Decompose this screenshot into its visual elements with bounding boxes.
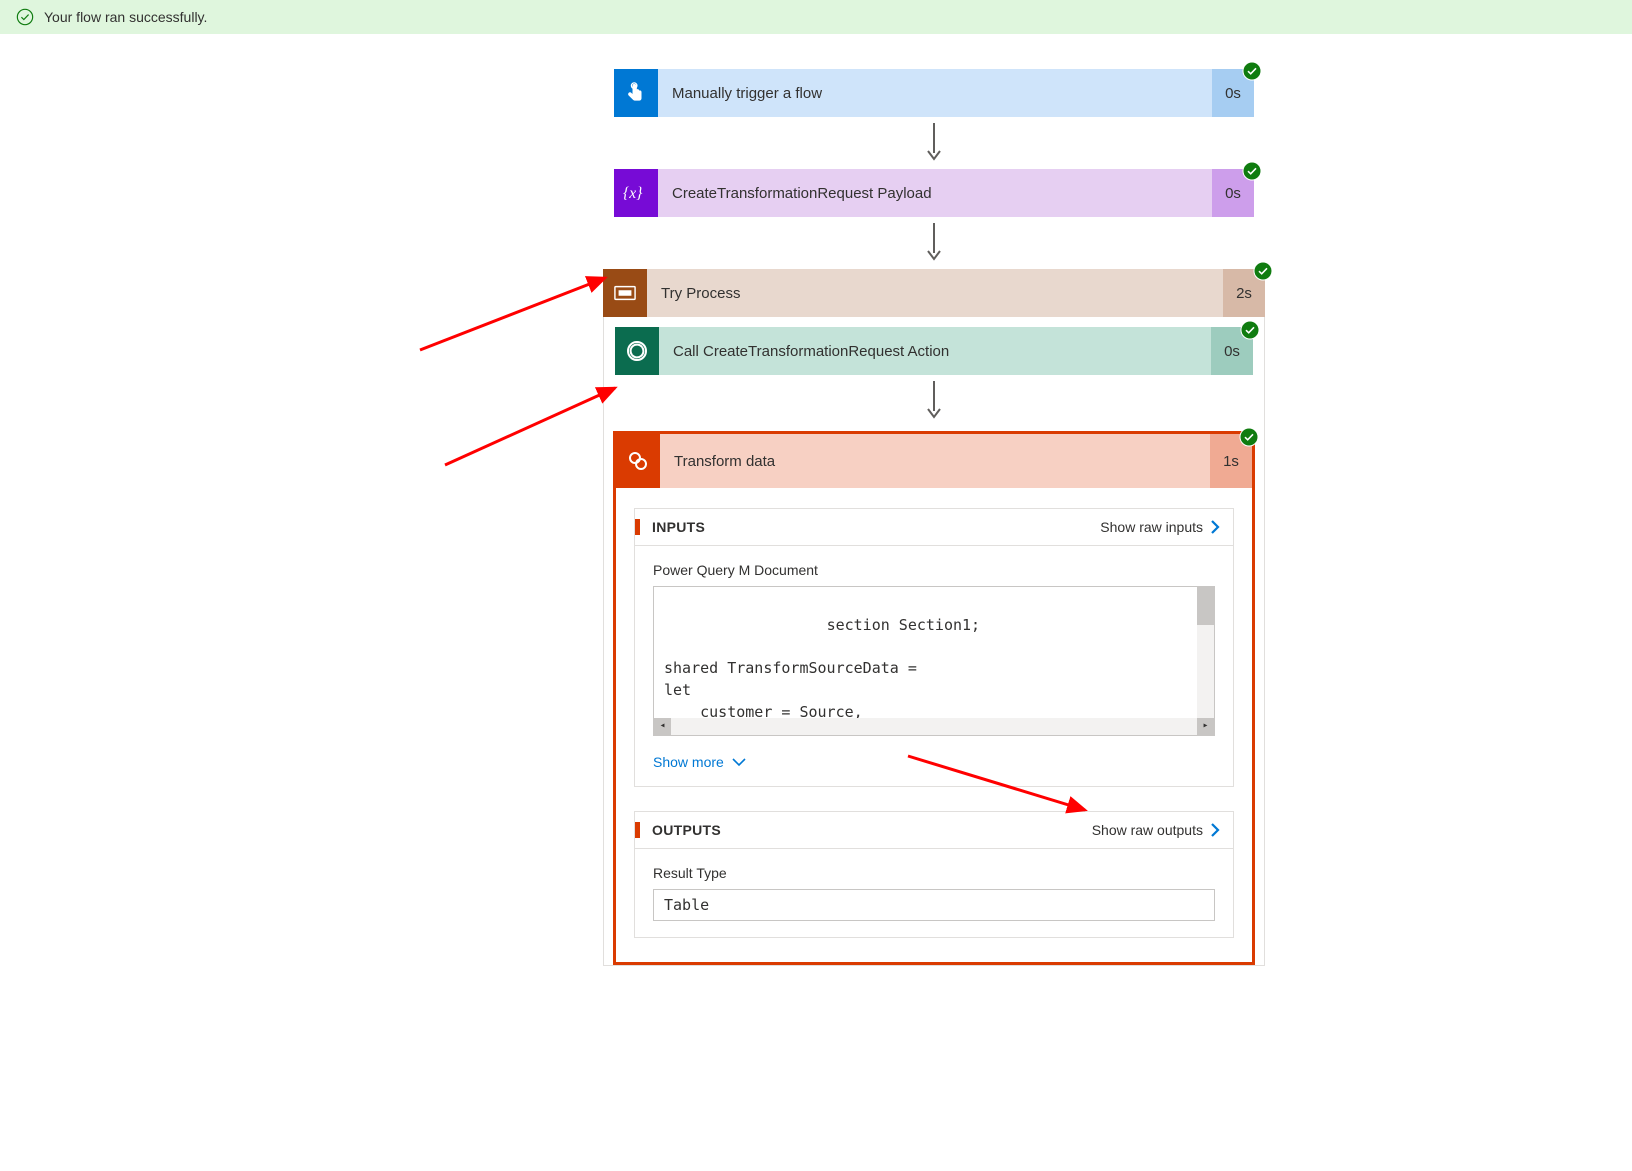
inputs-field-label: Power Query M Document — [653, 562, 1215, 578]
show-more-link[interactable]: Show more — [653, 754, 746, 770]
step-title: CreateTransformationRequest Payload — [658, 169, 1212, 217]
panel-accent-bar — [635, 519, 640, 535]
outputs-field-label: Result Type — [653, 865, 1215, 881]
show-raw-inputs-link[interactable]: Show raw inputs — [1100, 519, 1221, 535]
connector-arrow — [613, 375, 1255, 427]
scope-icon — [603, 269, 647, 317]
notification-text: Your flow ran successfully. — [44, 9, 207, 25]
show-raw-outputs-link[interactable]: Show raw outputs — [1092, 822, 1221, 838]
svg-text:{x}: {x} — [623, 185, 643, 202]
inputs-panel: INPUTS Show raw inputs Power Query M Doc… — [634, 508, 1234, 787]
code-textarea[interactable]: section Section1; shared TransformSource… — [653, 586, 1215, 736]
outputs-panel: OUTPUTS Show raw outputs Result Type Tab… — [634, 811, 1234, 938]
chevron-down-icon — [732, 757, 746, 767]
step-title: Call CreateTransformationRequest Action — [659, 327, 1211, 375]
scroll-left-icon[interactable]: ◂ — [654, 718, 671, 735]
success-icon — [16, 8, 34, 26]
step-title: Manually trigger a flow — [658, 69, 1212, 117]
step-variable[interactable]: {x} CreateTransformationRequest Payload … — [614, 169, 1254, 217]
step-title: Try Process — [647, 269, 1223, 317]
status-success-icon — [1242, 61, 1262, 81]
step-dataverse[interactable]: Call CreateTransformationRequest Action … — [615, 327, 1253, 375]
variable-icon: {x} — [614, 169, 658, 217]
status-success-icon — [1253, 261, 1273, 281]
result-type-value[interactable]: Table — [653, 889, 1215, 921]
panel-accent-bar — [635, 822, 640, 838]
trigger-icon — [614, 69, 658, 117]
step-trigger[interactable]: Manually trigger a flow 0s — [614, 69, 1254, 117]
chevron-right-icon — [1209, 520, 1221, 534]
step-transform-header[interactable]: Transform data 1s — [616, 434, 1252, 488]
vertical-scrollbar-thumb[interactable] — [1197, 587, 1214, 625]
outputs-heading: OUTPUTS — [652, 822, 1092, 838]
connector-arrow — [614, 117, 1254, 169]
status-success-icon — [1242, 161, 1262, 181]
scroll-right-icon[interactable]: ▸ — [1197, 718, 1214, 735]
connector-arrow — [614, 217, 1254, 269]
inputs-heading: INPUTS — [652, 519, 1100, 535]
status-success-icon — [1240, 320, 1260, 340]
step-transform: Transform data 1s INPUTS Show raw inputs — [613, 431, 1255, 965]
chevron-right-icon — [1209, 823, 1221, 837]
status-success-icon — [1239, 427, 1259, 447]
dataverse-icon — [615, 327, 659, 375]
step-scope[interactable]: Try Process 2s — [603, 269, 1265, 317]
success-notification: Your flow ran successfully. — [0, 0, 1632, 34]
transform-icon — [616, 434, 660, 488]
step-title: Transform data — [660, 434, 1210, 488]
